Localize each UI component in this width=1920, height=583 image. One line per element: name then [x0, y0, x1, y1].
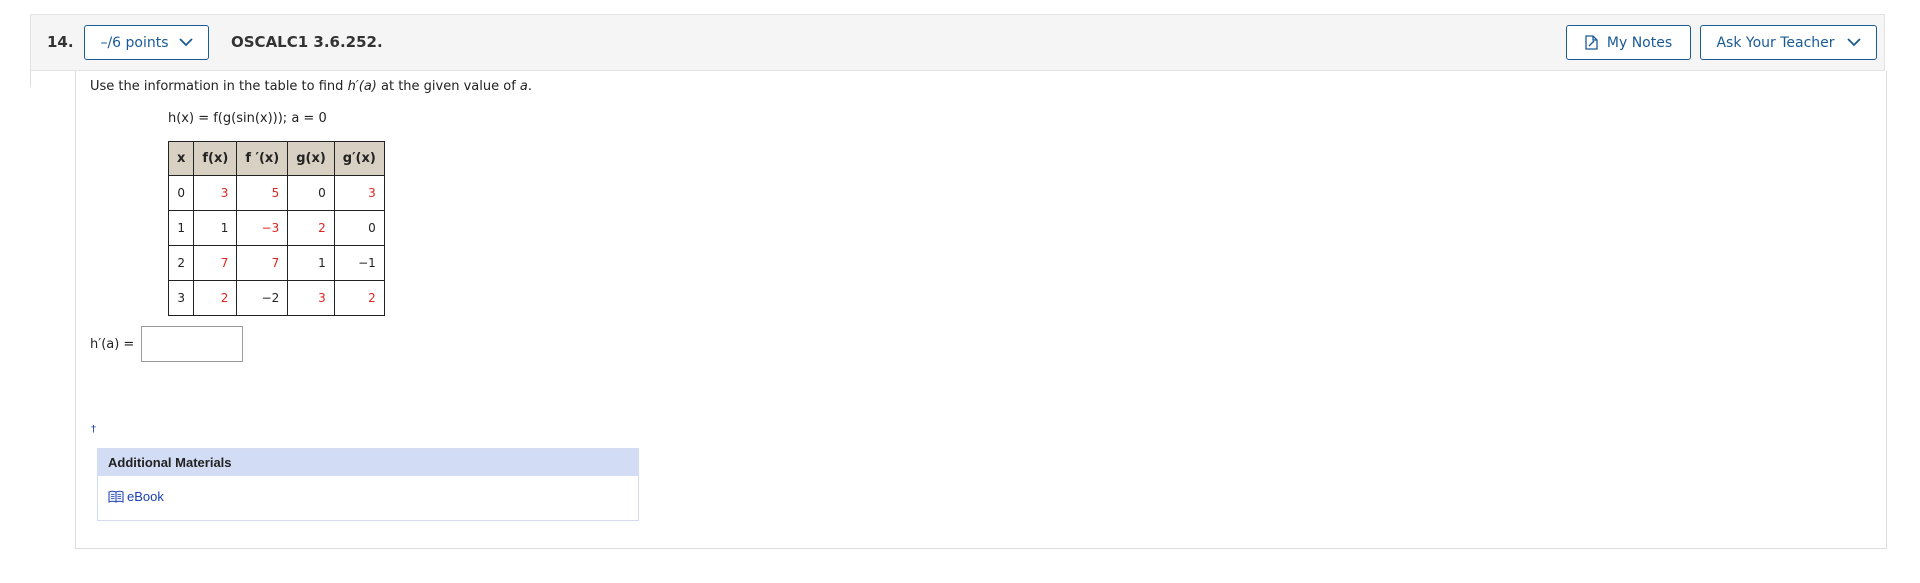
- table-cell: 3: [193, 175, 238, 211]
- ask-teacher-label: Ask Your Teacher: [1716, 34, 1835, 51]
- table-row: 1 1 −3 2 0: [167, 210, 385, 246]
- table-cell: 2: [193, 280, 238, 316]
- table-row: 2 7 7 1 −1: [167, 245, 385, 281]
- chevron-down-icon: [178, 38, 193, 47]
- header-gprime: g′(x): [333, 141, 385, 176]
- ebook-link[interactable]: eBook: [108, 489, 164, 504]
- points-button[interactable]: –/6 points: [84, 25, 209, 60]
- table-cell: 1: [193, 210, 238, 246]
- table-cell: 2: [167, 245, 195, 281]
- additional-materials-title: Additional Materials: [98, 449, 638, 476]
- table-cell: 0: [333, 210, 385, 246]
- header-f: f(x): [193, 141, 238, 176]
- table-header-row: x f(x) f ′(x) g(x) g′(x): [167, 141, 385, 176]
- table-cell: 7: [193, 245, 238, 281]
- additional-materials-panel: Additional Materials eBook: [97, 448, 639, 521]
- table-cell: −3: [236, 210, 289, 246]
- question-number: 14.: [47, 33, 74, 51]
- function-definition: h(x) = f(g(sin(x))); a = 0: [168, 111, 327, 126]
- table-row: 0 3 5 0 3: [167, 175, 385, 211]
- table-cell: 2: [287, 210, 335, 246]
- table-cell: 3: [333, 175, 385, 211]
- table-cell: 7: [236, 245, 289, 281]
- table-cell: −2: [236, 280, 289, 316]
- values-table: x f(x) f ′(x) g(x) g′(x) 0 3 5 0 3 1 1 −…: [167, 141, 385, 316]
- chevron-down-icon: [1846, 38, 1861, 47]
- points-label: –/6 points: [100, 34, 169, 51]
- instruction-pre: Use the information in the table to find: [90, 79, 348, 94]
- instruction-mid: at the given value of: [376, 79, 520, 94]
- table-cell: 2: [333, 280, 385, 316]
- my-notes-button[interactable]: My Notes: [1566, 25, 1691, 60]
- book-icon: [108, 490, 124, 503]
- notes-icon: [1585, 35, 1598, 50]
- my-notes-label: My Notes: [1606, 34, 1673, 51]
- ask-your-teacher-button[interactable]: Ask Your Teacher: [1700, 25, 1877, 60]
- divider: [30, 71, 31, 87]
- table-cell: 5: [236, 175, 289, 211]
- table-cell: 3: [167, 280, 195, 316]
- ebook-label: eBook: [127, 489, 164, 504]
- dagger-icon[interactable]: †: [91, 424, 96, 435]
- header-fprime: f ′(x): [236, 141, 289, 176]
- table-cell: 0: [287, 175, 335, 211]
- header-g: g(x): [287, 141, 335, 176]
- instruction-variable: a: [519, 79, 528, 94]
- question-code: OSCALC1 3.6.252.: [231, 33, 383, 51]
- table-cell: 0: [167, 175, 195, 211]
- question-header: 14. –/6 points OSCALC1 3.6.252. My Notes…: [30, 14, 1885, 71]
- table-row: 3 2 −2 3 2: [167, 280, 385, 316]
- table-cell: 1: [287, 245, 335, 281]
- table-cell: −1: [333, 245, 385, 281]
- table-cell: 1: [167, 210, 195, 246]
- answer-label: h′(a) =: [90, 337, 135, 352]
- header-x: x: [167, 141, 195, 176]
- table-cell: 3: [287, 280, 335, 316]
- instruction-end: .: [527, 79, 533, 94]
- answer-input[interactable]: [141, 326, 243, 362]
- instruction-text: Use the information in the table to find…: [90, 79, 532, 94]
- instruction-function: h′(a): [347, 79, 377, 94]
